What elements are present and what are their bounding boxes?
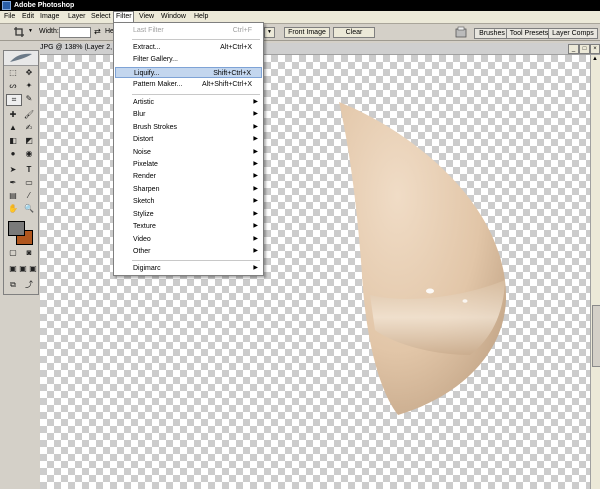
- crop-tool-icon[interactable]: ⌗: [6, 94, 22, 106]
- blur-tool-icon[interactable]: ●: [6, 149, 20, 159]
- close-icon[interactable]: ×: [590, 44, 600, 54]
- submenu-arrow-icon: ▶: [253, 265, 258, 271]
- menu-item-sketch[interactable]: Sketch ▶: [114, 196, 263, 207]
- menu-item-other[interactable]: Other ▶: [114, 246, 263, 257]
- width-input[interactable]: [59, 27, 91, 38]
- menu-item-pixelate[interactable]: Pixelate ▶: [114, 159, 263, 170]
- shape-tool-icon[interactable]: ▭: [22, 178, 36, 188]
- submenu-arrow-icon: ▶: [253, 198, 258, 204]
- app-title: Adobe Photoshop: [14, 2, 75, 9]
- gradient-tool-icon[interactable]: ◩: [22, 136, 36, 146]
- menu-item-liquify[interactable]: Liquify... Shift+Ctrl+X: [115, 67, 262, 78]
- submenu-arrow-icon: ▶: [253, 161, 258, 167]
- menu-item-video[interactable]: Video ▶: [114, 234, 263, 245]
- resolution-units-dropdown[interactable]: ▼: [264, 27, 275, 38]
- submenu-arrow-icon: ▶: [253, 173, 258, 179]
- standard-mode-icon[interactable]: ▢: [6, 248, 20, 258]
- vertical-scrollbar[interactable]: ▲: [590, 55, 600, 489]
- menu-separator: [132, 94, 260, 95]
- menu-item-texture[interactable]: Texture ▶: [114, 221, 263, 232]
- options-bar: ▼ Width: ⇄ He ▼ Front Image Clear Brushe…: [0, 24, 600, 41]
- submenu-arrow-icon: ▶: [253, 99, 258, 105]
- menu-file[interactable]: File: [2, 11, 17, 23]
- menu-item-last-filter: Last Filter Ctrl+F: [133, 27, 252, 34]
- width-label: Width:: [39, 28, 59, 35]
- menu-item-distort[interactable]: Distort ▶: [114, 134, 263, 145]
- stamp-tool-icon[interactable]: ▲: [6, 123, 20, 133]
- menu-edit[interactable]: Edit: [20, 11, 36, 23]
- dodge-tool-icon[interactable]: ◉: [22, 149, 36, 159]
- notes-tool-icon[interactable]: ▤: [6, 191, 20, 201]
- foreground-color-swatch[interactable]: [8, 221, 25, 236]
- palette-well-icon[interactable]: [455, 26, 467, 38]
- eraser-tool-icon[interactable]: ◧: [6, 136, 20, 146]
- toolbox: ⬚ ✥ ᔕ ✦ ⌗ ✎ ✚ 🖌 ▲ ✍ ◧ ◩ ● ◉ ➤ T ✒ ▭ ▤ ⁄ …: [3, 50, 39, 295]
- lasso-tool-icon[interactable]: ᔕ: [6, 81, 20, 91]
- marquee-tool-icon[interactable]: ⬚: [6, 68, 20, 78]
- scroll-up-icon[interactable]: ▲: [592, 56, 598, 62]
- submenu-arrow-icon: ▶: [253, 136, 258, 142]
- menu-select[interactable]: Select: [89, 11, 112, 23]
- menu-item-blur[interactable]: Blur ▶: [114, 109, 263, 120]
- jump-to-imageready-icon[interactable]: ⤴: [22, 280, 36, 290]
- submenu-arrow-icon: ▶: [253, 223, 258, 229]
- menu-item-extract[interactable]: Extract... Alt+Ctrl+X: [114, 42, 263, 53]
- swap-icon[interactable]: ⇄: [94, 27, 101, 36]
- tab-tool-presets[interactable]: Tool Presets: [506, 28, 552, 39]
- zoom-tool-icon[interactable]: 🔍: [22, 204, 36, 214]
- menu-item-stylize[interactable]: Stylize ▶: [114, 209, 263, 220]
- tab-brushes[interactable]: Brushes: [474, 28, 510, 39]
- submenu-arrow-icon: ▶: [253, 236, 258, 242]
- tab-layer-comps[interactable]: Layer Comps: [548, 28, 598, 39]
- menu-item-artistic[interactable]: Artistic ▶: [114, 97, 263, 108]
- clear-button[interactable]: Clear: [333, 27, 375, 38]
- menu-separator: [132, 39, 260, 40]
- tool-preset-arrow-icon[interactable]: ▼: [28, 28, 33, 34]
- menu-item-noise[interactable]: Noise ▶: [114, 147, 263, 158]
- quick-mask-mode-icon[interactable]: ◙: [22, 248, 36, 258]
- pen-tool-icon[interactable]: ✒: [6, 178, 20, 188]
- menu-item-digimarc[interactable]: Digimarc ▶: [114, 263, 263, 274]
- submenu-arrow-icon: ▶: [253, 211, 258, 217]
- filter-menu: Last Filter Ctrl+F Extract... Alt+Ctrl+X…: [113, 22, 264, 276]
- scroll-thumb[interactable]: [592, 305, 600, 367]
- photoshop-logo-icon: [2, 1, 11, 10]
- submenu-arrow-icon: ▶: [253, 124, 258, 130]
- menu-item-pattern-maker[interactable]: Pattern Maker... Alt+Shift+Ctrl+X: [114, 79, 263, 90]
- path-selection-tool-icon[interactable]: ➤: [6, 165, 20, 175]
- type-tool-icon[interactable]: T: [22, 165, 36, 175]
- front-image-button[interactable]: Front Image: [284, 27, 330, 38]
- healing-brush-tool-icon[interactable]: ✚: [6, 110, 20, 120]
- menu-layer[interactable]: Layer: [66, 11, 88, 23]
- submenu-arrow-icon: ▶: [253, 186, 258, 192]
- slice-tool-icon[interactable]: ✎: [22, 94, 36, 104]
- submenu-arrow-icon: ▶: [253, 111, 258, 117]
- menu-item-filter-gallery[interactable]: Filter Gallery...: [114, 54, 263, 65]
- hand-tool-icon[interactable]: ✋: [6, 204, 20, 214]
- menu-image[interactable]: Image: [38, 11, 61, 23]
- toolbox-header[interactable]: [4, 51, 38, 66]
- menu-item-render[interactable]: Render ▶: [114, 171, 263, 182]
- submenu-arrow-icon: ▶: [253, 149, 258, 155]
- maximize-icon[interactable]: □: [579, 44, 590, 54]
- history-brush-tool-icon[interactable]: ✍: [22, 123, 36, 133]
- feather-icon: [10, 53, 32, 62]
- menu-item-sharpen[interactable]: Sharpen ▶: [114, 184, 263, 195]
- crop-tool-icon[interactable]: [13, 26, 25, 38]
- menu-bar: File Edit Image Layer Select Filter View…: [0, 11, 600, 24]
- minimize-icon[interactable]: _: [568, 44, 579, 54]
- menu-item-brush-strokes[interactable]: Brush Strokes ▶: [114, 122, 263, 133]
- app-titlebar: Adobe Photoshop: [0, 0, 600, 11]
- submenu-arrow-icon: ▶: [253, 248, 258, 254]
- eyedropper-tool-icon[interactable]: ⁄: [22, 191, 36, 201]
- menu-separator: [132, 260, 260, 261]
- screen-mode-full-icon[interactable]: ▣: [26, 264, 40, 274]
- imageready-icon[interactable]: ⧉: [6, 280, 20, 290]
- magic-wand-tool-icon[interactable]: ✦: [22, 81, 36, 91]
- move-tool-icon[interactable]: ✥: [22, 68, 36, 78]
- document-title: JPG @ 138% (Layer 2, RG: [40, 44, 125, 51]
- brush-tool-icon[interactable]: 🖌: [22, 110, 36, 120]
